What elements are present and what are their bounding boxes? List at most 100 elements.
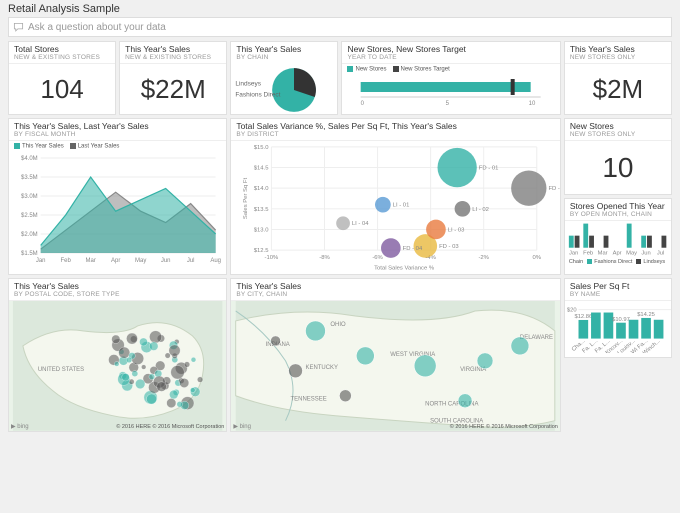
svg-text:$15.0: $15.0 [254, 145, 269, 151]
svg-text:$3.0M: $3.0M [21, 194, 38, 200]
chat-icon [13, 22, 24, 33]
svg-text:$14.0: $14.0 [254, 186, 269, 192]
kpi-this-year-sales[interactable]: This Year's Sales NEW & EXISTING STORES … [119, 41, 227, 115]
map-attribution: © 2016 HERE © 2016 Microsoft Corporation [450, 424, 558, 430]
svg-text:$14.5: $14.5 [254, 166, 269, 172]
right-stack: New Stores NEW STORES ONLY 10 Stores Ope… [564, 118, 672, 275]
card-title: Sales Per Sq Ft [565, 279, 671, 291]
dashboard-grid: Total Stores NEW & EXISTING STORES 104 T… [0, 41, 680, 440]
svg-text:UNITED STATES: UNITED STATES [38, 367, 84, 373]
svg-text:Mar: Mar [597, 251, 607, 257]
card-title: Stores Opened This Year [565, 199, 671, 211]
card-subtitle: BY CITY, CHAIN [231, 291, 560, 300]
card-subtitle: BY DISTRICT [231, 131, 560, 140]
card-title: New Stores, New Stores Target [342, 42, 559, 54]
sales-sqft-card[interactable]: Sales Per Sq Ft BY NAME $20$12.86Cha...F… [564, 278, 672, 358]
legend: Chain Fashions Direct Lindseys [565, 259, 671, 267]
svg-text:$13.0: $13.0 [254, 228, 269, 234]
ask-placeholder: Ask a question about your data [28, 22, 166, 33]
svg-text:$10.97: $10.97 [612, 317, 630, 323]
card-subtitle: YEAR TO DATE [342, 54, 559, 63]
svg-text:OHIO: OHIO [331, 322, 347, 328]
svg-text:LI - 03: LI - 03 [448, 228, 465, 234]
card-subtitle: BY CHAIN [231, 54, 337, 63]
kpi-new-stores[interactable]: New Stores NEW STORES ONLY 10 [564, 118, 672, 195]
card-title: Total Sales Variance %, Sales Per Sq Ft,… [231, 119, 560, 131]
card-title: This Year's Sales [9, 279, 226, 291]
card-subtitle: NEW & EXISTING STORES [120, 54, 226, 63]
kpi-sales-by-chain[interactable]: This Year's Sales BY CHAIN Lindseys Fash… [230, 41, 338, 115]
svg-text:5: 5 [446, 101, 450, 107]
svg-text:TENNESSEE: TENNESSEE [291, 397, 327, 403]
kpi-new-store-sales[interactable]: This Year's Sales NEW STORES ONLY $2M [564, 41, 672, 115]
svg-text:May: May [135, 258, 146, 264]
card-title: This Year's Sales [565, 42, 671, 54]
svg-text:FD - 04: FD - 04 [403, 246, 423, 252]
area-chart: $1.5M$2.0M$2.5M$3.0M$3.5M$4.0MJanFebMarA… [9, 150, 226, 270]
card-subtitle: BY NAME [565, 291, 671, 300]
svg-text:Apr: Apr [612, 251, 621, 257]
svg-text:FD - 03: FD - 03 [439, 244, 459, 250]
map-city-card[interactable]: This Year's Sales BY CITY, CHAIN OHIO IN… [230, 278, 561, 432]
legend: This Year Sales Last Year Sales [9, 141, 226, 150]
svg-text:-6%: -6% [373, 255, 384, 261]
svg-text:$4.0M: $4.0M [21, 156, 38, 162]
kpi-new-stores-target[interactable]: New Stores, New Stores Target YEAR TO DA… [341, 41, 560, 115]
card-subtitle: BY POSTAL CODE, STORE TYPE [9, 291, 226, 300]
svg-text:Jan: Jan [36, 258, 46, 264]
right-stack-bottom: Sales Per Sq Ft BY NAME $20$12.86Cha...F… [564, 278, 672, 432]
page-title: Retail Analysis Sample [0, 0, 680, 17]
bing-logo: ▶ bing [11, 423, 29, 430]
kpi-value: $2M [593, 74, 644, 105]
svg-text:LI - 01: LI - 01 [393, 203, 410, 209]
svg-text:LI - 04: LI - 04 [352, 222, 369, 228]
spsf-chart: $20$12.86Cha...Fa. L...Fa. L...$10.97Kno… [565, 301, 671, 353]
svg-text:Jun: Jun [641, 251, 650, 257]
svg-text:$20: $20 [567, 308, 577, 314]
svg-text:0%: 0% [533, 255, 542, 261]
card-title: This Year's Sales [120, 42, 226, 54]
svg-text:Sales Per Sq Ft: Sales Per Sq Ft [243, 178, 249, 220]
svg-text:$1.5M: $1.5M [21, 251, 38, 257]
kpi-value: $22M [141, 74, 206, 105]
svg-text:$2.0M: $2.0M [21, 232, 38, 238]
svg-text:Jun: Jun [161, 258, 171, 264]
pie-labels: Lindseys Fashions Direct [235, 80, 280, 101]
svg-text:KENTUCKY: KENTUCKY [306, 365, 339, 371]
card-title: This Year's Sales [231, 279, 560, 291]
svg-text:-2%: -2% [479, 255, 490, 261]
area-chart-card[interactable]: This Year's Sales, Last Year's Sales BY … [8, 118, 227, 275]
bing-logo: ▶ bing [233, 423, 251, 430]
map-postal-card[interactable]: This Year's Sales BY POSTAL CODE, STORE … [8, 278, 227, 432]
svg-text:May: May [626, 251, 637, 257]
legend: New Stores New Stores Target [342, 64, 559, 73]
svg-text:$2.5M: $2.5M [21, 213, 38, 219]
svg-text:Feb: Feb [583, 251, 593, 257]
svg-text:FD - 01: FD - 01 [479, 166, 499, 172]
stores-opened-card[interactable]: Stores Opened This Year BY OPEN MONTH, C… [564, 198, 672, 275]
kpi-total-stores[interactable]: Total Stores NEW & EXISTING STORES 104 [8, 41, 116, 115]
svg-text:Aug: Aug [210, 258, 221, 264]
svg-text:Jan: Jan [569, 251, 578, 257]
svg-text:Feb: Feb [60, 258, 71, 264]
bullet-chart: 0 5 10 [350, 79, 551, 107]
svg-text:$12.86: $12.86 [574, 314, 592, 320]
svg-text:Jul: Jul [657, 251, 664, 257]
svg-text:FD - 02: FD - 02 [549, 186, 560, 192]
card-subtitle: NEW & EXISTING STORES [9, 54, 115, 63]
card-title: Total Stores [9, 42, 115, 54]
card-subtitle: NEW STORES ONLY [565, 131, 671, 140]
svg-text:$12.5: $12.5 [254, 248, 269, 254]
svg-text:$14.25: $14.25 [637, 312, 655, 318]
card-title: This Year's Sales, Last Year's Sales [9, 119, 226, 131]
ask-question-input[interactable]: Ask a question about your data [8, 17, 672, 37]
svg-text:$13.5: $13.5 [254, 207, 269, 213]
bubble-chart: $12.5 $13.0 $13.5 $14.0 $14.5 $15.0 -10% -8% -6%… [231, 141, 560, 274]
card-subtitle: NEW STORES ONLY [565, 54, 671, 63]
svg-text:$3.5M: $3.5M [21, 175, 38, 181]
card-title: This Year's Sales [231, 42, 337, 54]
map-regional: OHIO INDIANA KENTUCKY WEST VIRGINIA VIRG… [231, 301, 560, 431]
svg-text:-10%: -10% [265, 255, 279, 261]
svg-text:-8%: -8% [320, 255, 331, 261]
bubble-chart-card[interactable]: Total Sales Variance %, Sales Per Sq Ft,… [230, 118, 561, 275]
